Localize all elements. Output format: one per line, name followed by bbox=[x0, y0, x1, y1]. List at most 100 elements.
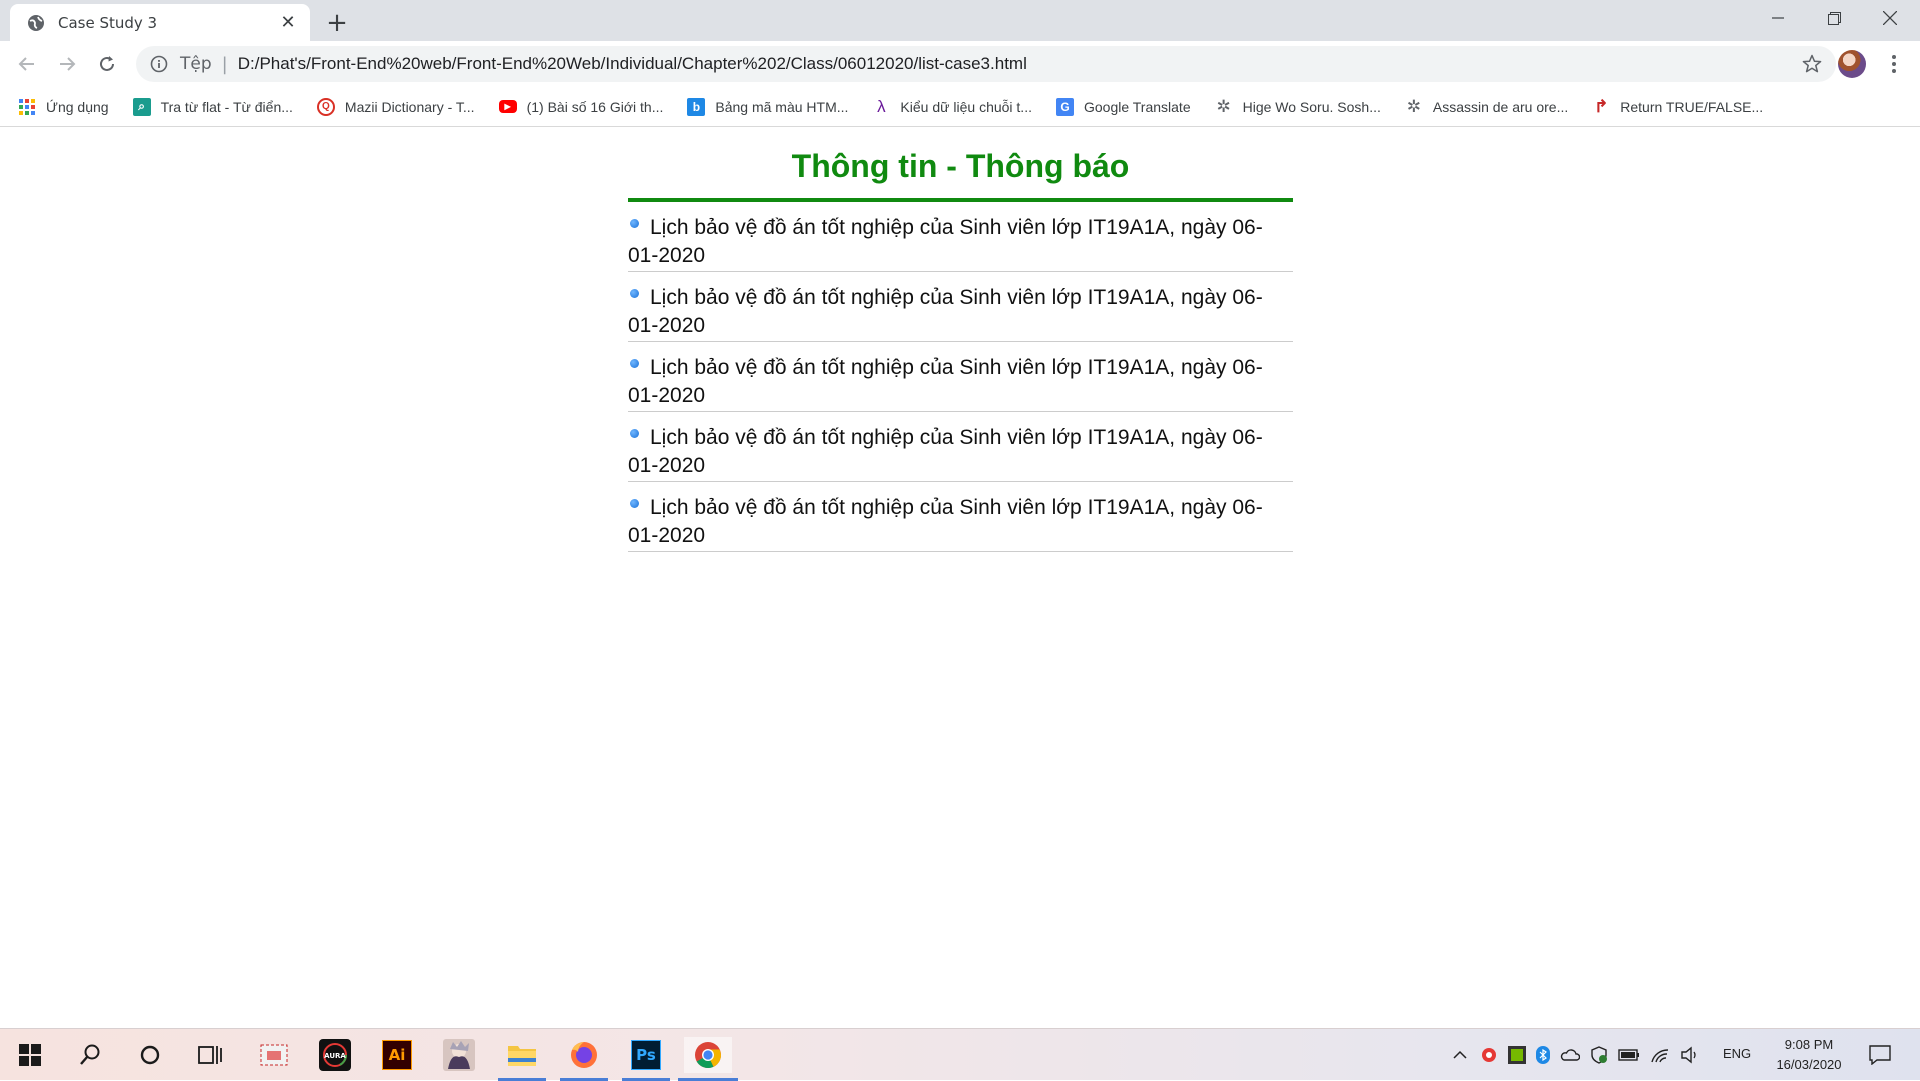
url-text[interactable]: D:/Phat's/Front-End%20web/Front-End%20We… bbox=[238, 54, 1027, 74]
bookmark-label: Ứng dụng bbox=[46, 98, 109, 115]
photoshop-label: Ps bbox=[631, 1040, 661, 1070]
mazii-icon: Q bbox=[316, 97, 335, 116]
list-item[interactable]: Lịch bảo vệ đồ án tốt nghiệp của Sinh vi… bbox=[628, 202, 1293, 272]
browser-toolbar: Tệp | D:/Phat's/Front-End%20web/Front-En… bbox=[0, 41, 1920, 87]
notifications-icon[interactable] bbox=[1862, 1037, 1898, 1073]
onedrive-icon[interactable] bbox=[1560, 1047, 1580, 1063]
info-icon[interactable] bbox=[150, 55, 168, 73]
bookmark-label: (1) Bài số 16 Giới th... bbox=[526, 98, 664, 115]
bookmark-youtube[interactable]: ▶ (1) Bài số 16 Giới th... bbox=[498, 92, 664, 122]
return-icon: ↱ bbox=[1594, 96, 1609, 116]
scheme-separator: | bbox=[221, 53, 228, 75]
close-tab-icon[interactable]: ✕ bbox=[276, 11, 300, 35]
bookmark-label: Hige Wo Soru. Sosh... bbox=[1242, 98, 1381, 115]
list-item-text[interactable]: Lịch bảo vệ đồ án tốt nghiệp của Sinh vi… bbox=[628, 354, 1283, 410]
gear-icon: ✲ bbox=[1406, 96, 1421, 116]
bookmark-return-true-false[interactable]: ↱ Return TRUE/FALSE... bbox=[1592, 92, 1763, 122]
game-icon[interactable] bbox=[441, 1037, 477, 1073]
translate-icon: G bbox=[1055, 97, 1074, 116]
list-item[interactable]: Lịch bảo vệ đồ án tốt nghiệp của Sinh vi… bbox=[628, 412, 1293, 482]
youtube-icon: ▶ bbox=[498, 100, 517, 113]
bullet-icon bbox=[630, 499, 639, 508]
wifi-icon[interactable] bbox=[1650, 1046, 1670, 1064]
globe-icon bbox=[28, 14, 44, 31]
bookmark-label: Google Translate bbox=[1083, 98, 1191, 115]
windows-taskbar: AURA Ai Ps ENG 9:08 PM 16/03/2020 bbox=[0, 1028, 1920, 1081]
bullet-icon bbox=[630, 289, 639, 298]
search-icon[interactable] bbox=[72, 1037, 108, 1073]
back-icon[interactable] bbox=[10, 47, 44, 81]
bookmark-mazii[interactable]: Q Mazii Dictionary - T... bbox=[316, 92, 475, 122]
bookmark-label: Mazii Dictionary - T... bbox=[344, 98, 475, 115]
photoshop-icon[interactable]: Ps bbox=[622, 1037, 670, 1081]
snip-icon[interactable] bbox=[256, 1037, 292, 1073]
close-window-icon[interactable] bbox=[1862, 0, 1918, 36]
gear-icon: ✲ bbox=[1216, 96, 1231, 116]
bing-icon: b bbox=[687, 97, 706, 116]
lambda-icon: λ bbox=[877, 96, 886, 116]
browser-tab[interactable]: Case Study 3 ✕ bbox=[10, 4, 310, 41]
volume-icon[interactable] bbox=[1680, 1046, 1700, 1064]
defender-icon[interactable] bbox=[1590, 1046, 1608, 1064]
apps-grid-icon bbox=[19, 98, 35, 115]
page-title: Thông tin - Thông báo bbox=[628, 128, 1293, 202]
star-icon[interactable] bbox=[1802, 54, 1822, 74]
bookmark-google-translate[interactable]: G Google Translate bbox=[1055, 92, 1191, 122]
bluetooth-icon[interactable] bbox=[1536, 1046, 1550, 1064]
aura-icon[interactable]: AURA bbox=[317, 1037, 353, 1073]
bookmarks-bar: Ứng dụng ⌕ Tra từ flat - Từ điển... Q Ma… bbox=[0, 87, 1920, 127]
nvidia-icon[interactable] bbox=[1508, 1046, 1526, 1064]
page-viewport: Thông tin - Thông báo Lịch bảo vệ đồ án … bbox=[0, 128, 1920, 1028]
list-item-text[interactable]: Lịch bảo vệ đồ án tốt nghiệp của Sinh vi… bbox=[628, 424, 1283, 480]
firefox-icon[interactable] bbox=[560, 1037, 608, 1081]
title-bar: Case Study 3 ✕ + bbox=[0, 0, 1920, 41]
bookmark-apps[interactable]: Ứng dụng bbox=[18, 92, 109, 122]
clock[interactable]: 9:08 PM 16/03/2020 bbox=[1770, 1035, 1848, 1075]
bookmark-assassin[interactable]: ✲ Assassin de aru ore... bbox=[1405, 92, 1569, 122]
bookmark-label: Kiểu dữ liệu chuỗi t... bbox=[900, 98, 1032, 115]
restore-icon[interactable] bbox=[1806, 0, 1862, 36]
bookmark-color-codes[interactable]: b Bảng mã màu HTM... bbox=[687, 92, 848, 122]
chrome-icon[interactable] bbox=[678, 1037, 738, 1081]
bookmark-string-types[interactable]: λ Kiểu dữ liệu chuỗi t... bbox=[872, 92, 1032, 122]
chevron-up-icon[interactable] bbox=[1452, 1047, 1468, 1063]
bookmark-tratu[interactable]: ⌕ Tra từ flat - Từ điển... bbox=[132, 92, 293, 122]
list-item[interactable]: Lịch bảo vệ đồ án tốt nghiệp của Sinh vi… bbox=[628, 342, 1293, 412]
sync-icon[interactable] bbox=[1480, 1046, 1498, 1064]
forward-icon[interactable] bbox=[50, 47, 84, 81]
language-indicator[interactable]: ENG bbox=[1723, 1046, 1751, 1061]
menu-icon[interactable] bbox=[1882, 50, 1906, 78]
bookmark-label: Bảng mã màu HTM... bbox=[715, 98, 849, 115]
list-item[interactable]: Lịch bảo vệ đồ án tốt nghiệp của Sinh vi… bbox=[628, 272, 1293, 342]
tab-title: Case Study 3 bbox=[58, 13, 158, 32]
file-explorer-icon[interactable] bbox=[498, 1037, 546, 1081]
bookmark-label: Assassin de aru ore... bbox=[1432, 98, 1569, 115]
list-item[interactable]: Lịch bảo vệ đồ án tốt nghiệp của Sinh vi… bbox=[628, 482, 1293, 552]
bookmark-label: Tra từ flat - Từ điển... bbox=[160, 98, 293, 115]
list-item-text[interactable]: Lịch bảo vệ đồ án tốt nghiệp của Sinh vi… bbox=[628, 494, 1283, 550]
clock-time: 9:08 PM bbox=[1784, 1037, 1834, 1052]
bookmark-hige[interactable]: ✲ Hige Wo Soru. Sosh... bbox=[1215, 92, 1381, 122]
new-tab-button[interactable]: + bbox=[322, 8, 352, 38]
bullet-icon bbox=[630, 219, 639, 228]
list-item-text[interactable]: Lịch bảo vệ đồ án tốt nghiệp của Sinh vi… bbox=[628, 284, 1283, 340]
scheme-label: Tệp bbox=[180, 54, 212, 74]
svg-text:AURA: AURA bbox=[324, 1052, 346, 1060]
minimize-icon[interactable] bbox=[1750, 0, 1806, 36]
dictionary-icon: ⌕ bbox=[132, 97, 151, 116]
illustrator-label: Ai bbox=[382, 1040, 412, 1070]
profile-avatar[interactable] bbox=[1838, 50, 1866, 78]
bookmark-label: Return TRUE/FALSE... bbox=[1620, 98, 1764, 115]
cortana-icon[interactable] bbox=[132, 1037, 168, 1073]
list-item-text[interactable]: Lịch bảo vệ đồ án tốt nghiệp của Sinh vi… bbox=[628, 214, 1283, 270]
illustrator-icon[interactable]: Ai bbox=[379, 1037, 415, 1073]
news-list: Lịch bảo vệ đồ án tốt nghiệp của Sinh vi… bbox=[628, 202, 1293, 552]
system-tray bbox=[1452, 1029, 1700, 1081]
bullet-icon bbox=[630, 359, 639, 368]
clock-date: 16/03/2020 bbox=[1776, 1057, 1842, 1072]
address-bar[interactable]: Tệp | D:/Phat's/Front-End%20web/Front-En… bbox=[136, 46, 1836, 82]
start-icon[interactable] bbox=[12, 1037, 48, 1073]
reload-icon[interactable] bbox=[90, 47, 124, 81]
task-view-icon[interactable] bbox=[192, 1037, 228, 1073]
battery-icon[interactable] bbox=[1618, 1048, 1640, 1062]
